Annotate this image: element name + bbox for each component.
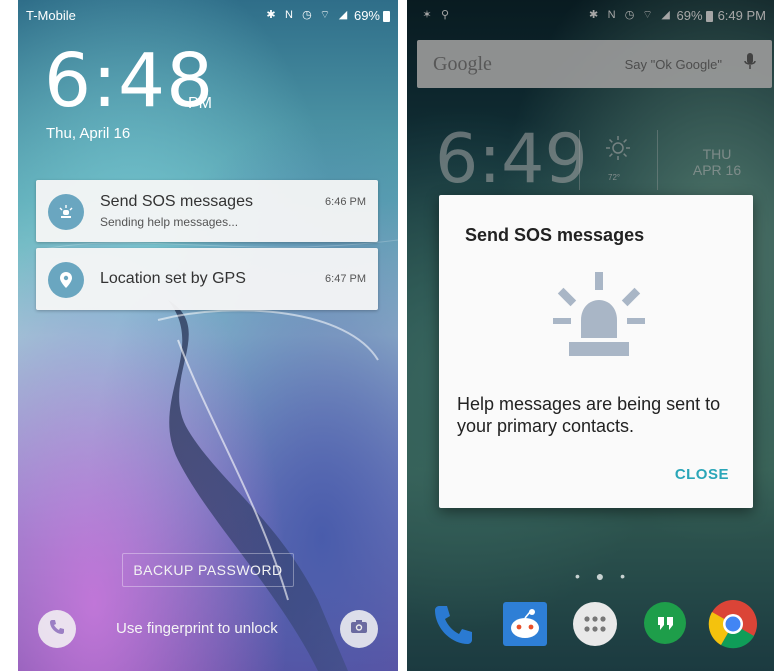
siren-icon (48, 194, 84, 230)
notification-gps[interactable]: Location set by GPS 6:47 PM (36, 248, 378, 310)
hangouts-app-button[interactable] (639, 600, 691, 652)
wifi-icon: ⌔ (319, 9, 331, 21)
signal-icon: ◢ (338, 9, 348, 21)
notification-time: 6:47 PM (325, 273, 366, 285)
backup-password-button[interactable]: BACKUP PASSWORD (122, 553, 294, 587)
notification-subtitle: Sending help messages... (100, 215, 239, 229)
location-pin-icon (48, 262, 84, 298)
phone-app-button[interactable] (427, 600, 479, 652)
unlock-hint: Use fingerprint to unlock (116, 620, 278, 637)
battery-icon (383, 10, 390, 22)
lock-screen: T-Mobile ✱ N ◷ ⌔ ◢ 69% 6:48 PM Thu, Apri… (18, 0, 398, 671)
phone-shortcut-button[interactable] (38, 610, 76, 648)
chrome-icon (708, 599, 758, 654)
nfc-icon: N (284, 9, 293, 21)
page-indicator: • ● • (575, 568, 632, 584)
siren-icon (551, 270, 647, 365)
reddit-app-button[interactable] (499, 600, 551, 652)
close-button[interactable]: CLOSE (675, 466, 729, 483)
chrome-app-button[interactable] (707, 599, 759, 654)
bluetooth-icon: ✱ (266, 9, 276, 21)
home-screen: ✶ ⚲ ✱ N ◷ ⌔ ◢ 69% 6:49 PM Google Say "Ok… (407, 0, 774, 671)
dialog-title: Send SOS messages (465, 225, 645, 245)
camera-icon (350, 619, 368, 639)
notification-title: Send SOS messages (100, 193, 253, 210)
carrier-label: T-Mobile (26, 7, 76, 23)
phone-icon (431, 602, 475, 651)
lock-status-bar: T-Mobile ✱ N ◷ ⌔ ◢ 69% (18, 0, 398, 30)
notification-time: 6:46 PM (325, 196, 366, 208)
sos-dialog: Send SOS messages Help messages are bein… (439, 195, 753, 508)
phone-icon (49, 619, 65, 640)
reddit-icon (502, 601, 548, 652)
battery-percent: 69% (353, 7, 380, 23)
alarm-icon: ◷ (302, 9, 312, 21)
notification-title: Location set by GPS (100, 270, 246, 287)
notification-sos[interactable]: Send SOS messages Sending help messages.… (36, 180, 378, 242)
lock-date: Thu, April 16 (46, 125, 131, 142)
hangouts-icon (642, 601, 688, 652)
camera-shortcut-button[interactable] (340, 610, 378, 648)
apps-drawer-button[interactable] (569, 600, 621, 652)
lock-clock-ampm: PM (188, 95, 212, 112)
dialog-message: Help messages are being sent to your pri… (457, 394, 721, 436)
apps-icon (572, 601, 618, 652)
